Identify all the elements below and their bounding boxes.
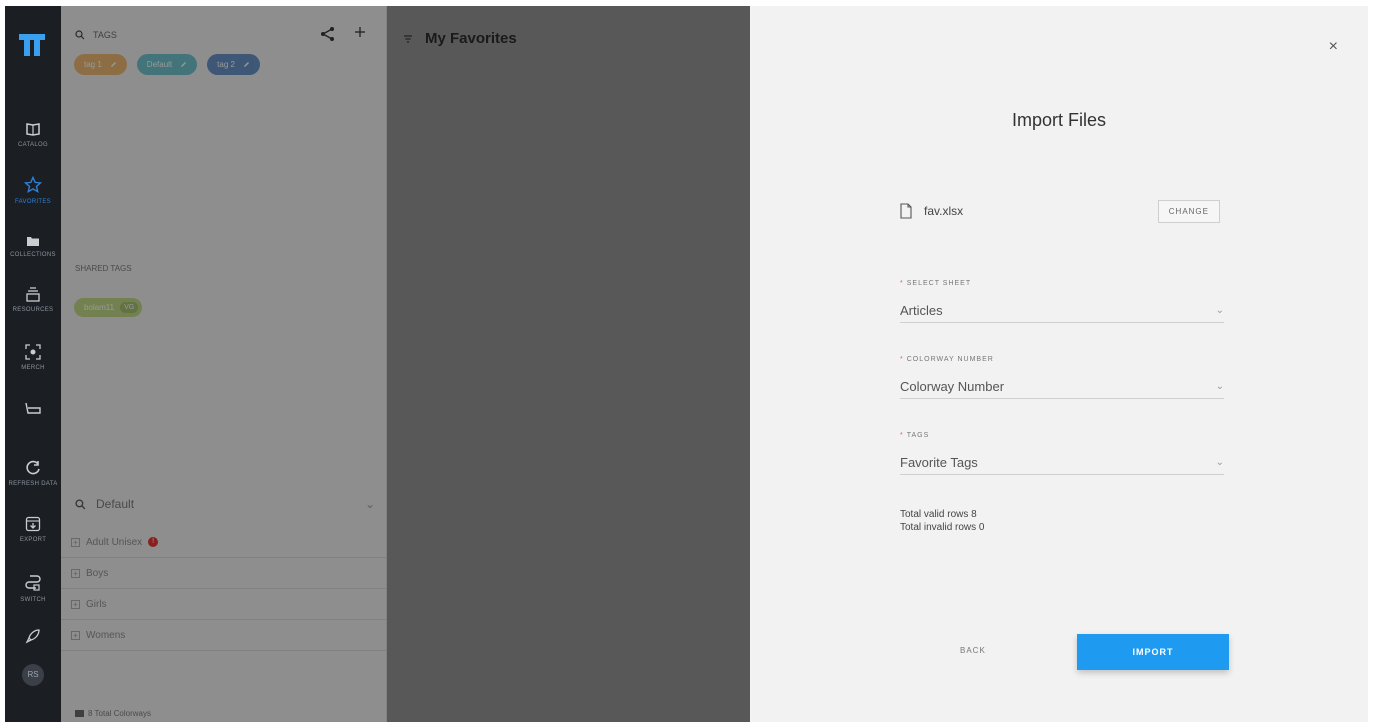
user-avatar[interactable]: RS — [22, 664, 44, 686]
chevron-down-icon: ⌄ — [1215, 305, 1224, 316]
nav-label: SWITCH — [20, 597, 46, 603]
book-icon — [26, 123, 40, 136]
tags-field: * TAGS Favorite Tags ⌄ — [900, 432, 1224, 475]
nav-label: REFRESH DATA — [8, 481, 58, 487]
nav-merch[interactable]: MERCH — [5, 344, 61, 371]
field-value: Favorite Tags — [900, 455, 978, 470]
field-value: Colorway Number — [900, 379, 1005, 394]
required-marker: * — [900, 356, 904, 363]
nav-tray[interactable] — [5, 402, 61, 419]
select-sheet-dropdown[interactable]: Articles ⌄ — [900, 299, 1224, 323]
nav-label: MERCH — [21, 365, 45, 371]
change-file-button[interactable]: CHANGE — [1157, 199, 1220, 223]
modal-backdrop[interactable] — [61, 6, 750, 722]
back-button[interactable]: BACK — [960, 646, 986, 655]
app-window: CATALOG FAVORITES COLLECTIONS RESOURCES … — [5, 6, 1368, 722]
dialog-title: Import Files — [1011, 110, 1107, 130]
field-value: Articles — [900, 303, 943, 318]
chevron-down-icon: ⌄ — [1215, 457, 1224, 468]
nav-label: COLLECTIONS — [10, 252, 56, 258]
refresh-icon — [26, 460, 40, 475]
row-totals: Total valid rows 8 Total invalid rows 0 — [900, 508, 984, 534]
field-label-text: TAGS — [906, 432, 930, 439]
required-marker: * — [900, 432, 904, 439]
export-icon — [25, 516, 41, 532]
field-label: * SELECT SHEET — [900, 280, 1224, 287]
import-files-dialog: × Import Files fav.xlsx CHANGE * SELECT S… — [750, 6, 1368, 722]
nav-label: EXPORT — [19, 537, 47, 543]
folder-icon — [27, 237, 39, 246]
colorway-number-dropdown[interactable]: Colorway Number ⌄ — [900, 375, 1224, 399]
nav-refresh-data[interactable]: REFRESH DATA — [5, 460, 61, 487]
star-icon — [24, 176, 42, 194]
field-label: * COLORWAY NUMBER — [900, 356, 1224, 363]
nav-launch[interactable] — [5, 628, 61, 644]
nav-resources[interactable]: RESOURCES — [5, 286, 61, 313]
colorway-number-field: * COLORWAY NUMBER Colorway Number ⌄ — [900, 356, 1224, 399]
tags-dropdown[interactable]: Favorite Tags ⌄ — [900, 451, 1224, 475]
rocket-icon — [25, 629, 40, 644]
nav-switch[interactable]: SWITCH — [5, 574, 61, 603]
nav-export[interactable]: EXPORT — [5, 516, 61, 543]
close-icon[interactable]: × — [1329, 38, 1338, 56]
app-logo-icon — [19, 34, 45, 56]
nav-collections[interactable]: COLLECTIONS — [5, 235, 61, 258]
chevron-down-icon: ⌄ — [1215, 381, 1224, 392]
tray-icon — [25, 402, 41, 414]
invalid-rows: Total invalid rows 0 — [900, 522, 985, 533]
nav-label: RESOURCES — [12, 307, 54, 313]
nav-label: FAVORITES — [15, 199, 51, 205]
file-name: fav.xlsx — [924, 204, 964, 218]
import-button[interactable]: IMPORT — [1077, 634, 1229, 670]
nav-catalog[interactable]: CATALOG — [5, 121, 61, 148]
switch-icon — [25, 575, 41, 591]
focus-icon — [25, 344, 41, 360]
file-icon — [900, 203, 912, 219]
nav-favorites[interactable]: FAVORITES — [5, 176, 61, 205]
left-nav: CATALOG FAVORITES COLLECTIONS RESOURCES … — [5, 6, 61, 722]
field-label: * TAGS — [900, 432, 1224, 439]
field-label-text: SELECT SHEET — [906, 280, 972, 287]
stack-icon — [26, 287, 40, 302]
required-marker: * — [900, 280, 904, 287]
valid-rows: Total valid rows 8 — [900, 509, 977, 520]
field-label-text: COLORWAY NUMBER — [906, 356, 994, 363]
select-sheet-field: * SELECT SHEET Articles ⌄ — [900, 280, 1224, 323]
nav-label: CATALOG — [18, 142, 48, 148]
selected-file: fav.xlsx CHANGE — [900, 199, 1220, 223]
